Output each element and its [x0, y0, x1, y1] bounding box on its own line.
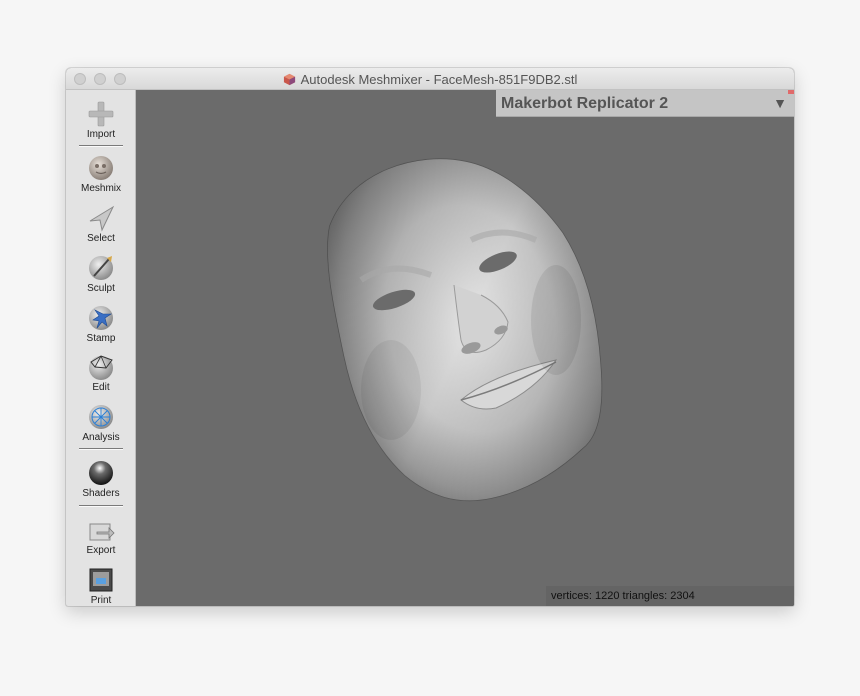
export-label: Export: [86, 545, 116, 556]
select-label: Select: [87, 233, 115, 244]
3d-viewport[interactable]: Makerbot Replicator 2 ▼ vertices: 1220 t…: [136, 90, 794, 606]
import-button[interactable]: Import: [66, 100, 136, 146]
tools-sidebar: Import Meshmix Select Sculpt Stamp Edit …: [66, 90, 136, 606]
edit-button[interactable]: Edit: [66, 353, 136, 399]
sculpt-label: Sculpt: [87, 283, 115, 294]
print-icon: [86, 566, 116, 594]
import-label: Import: [86, 129, 116, 140]
edit-label: Edit: [92, 382, 110, 393]
analysis-button[interactable]: Analysis: [66, 403, 136, 449]
stamp-icon: [86, 304, 116, 332]
meshmixer-app-icon: [283, 73, 295, 85]
print-label: Print: [90, 595, 112, 606]
shaders-button[interactable]: Shaders: [66, 459, 136, 505]
stamp-label: Stamp: [86, 333, 116, 344]
sculpt-brush-icon: [86, 254, 116, 282]
analysis-label: Analysis: [82, 432, 120, 443]
mesh-stats-text: vertices: 1220 triangles: 2304: [551, 590, 695, 602]
toolbar-divider: [79, 448, 123, 450]
face-mesh-model[interactable]: [136, 90, 794, 606]
shaders-label: Shaders: [82, 488, 120, 499]
plus-icon: [86, 100, 116, 128]
title-bar[interactable]: Autodesk Meshmixer - FaceMesh-851F9DB2.s…: [66, 68, 794, 90]
app-window: Autodesk Meshmixer - FaceMesh-851F9DB2.s…: [66, 68, 794, 606]
meshmix-button[interactable]: Meshmix: [66, 154, 136, 200]
select-button[interactable]: Select: [66, 204, 136, 250]
analysis-icon: [86, 403, 116, 431]
select-arrow-icon: [86, 204, 116, 232]
shaders-icon: [86, 459, 116, 487]
mesh-stats-bar: vertices: 1220 triangles: 2304: [546, 586, 794, 606]
printer-name: Makerbot Replicator 2: [501, 95, 669, 112]
toolbar-divider: [79, 505, 123, 507]
corner-marker: [788, 90, 794, 94]
export-button[interactable]: Export: [66, 516, 136, 562]
window-title-group: Autodesk Meshmixer - FaceMesh-851F9DB2.s…: [66, 68, 794, 90]
export-icon: [86, 516, 116, 544]
edit-icon: [86, 353, 116, 381]
dropdown-triangle-icon[interactable]: ▼: [773, 95, 787, 111]
stamp-button[interactable]: Stamp: [66, 304, 136, 350]
print-button[interactable]: Print: [66, 566, 136, 606]
meshmix-icon: [86, 154, 116, 182]
window-title: Autodesk Meshmixer - FaceMesh-851F9DB2.s…: [300, 71, 578, 87]
meshmix-label: Meshmix: [80, 183, 121, 194]
sculpt-button[interactable]: Sculpt: [66, 254, 136, 300]
toolbar-divider: [79, 145, 123, 147]
printer-selector[interactable]: Makerbot Replicator 2 ▼: [496, 90, 794, 117]
